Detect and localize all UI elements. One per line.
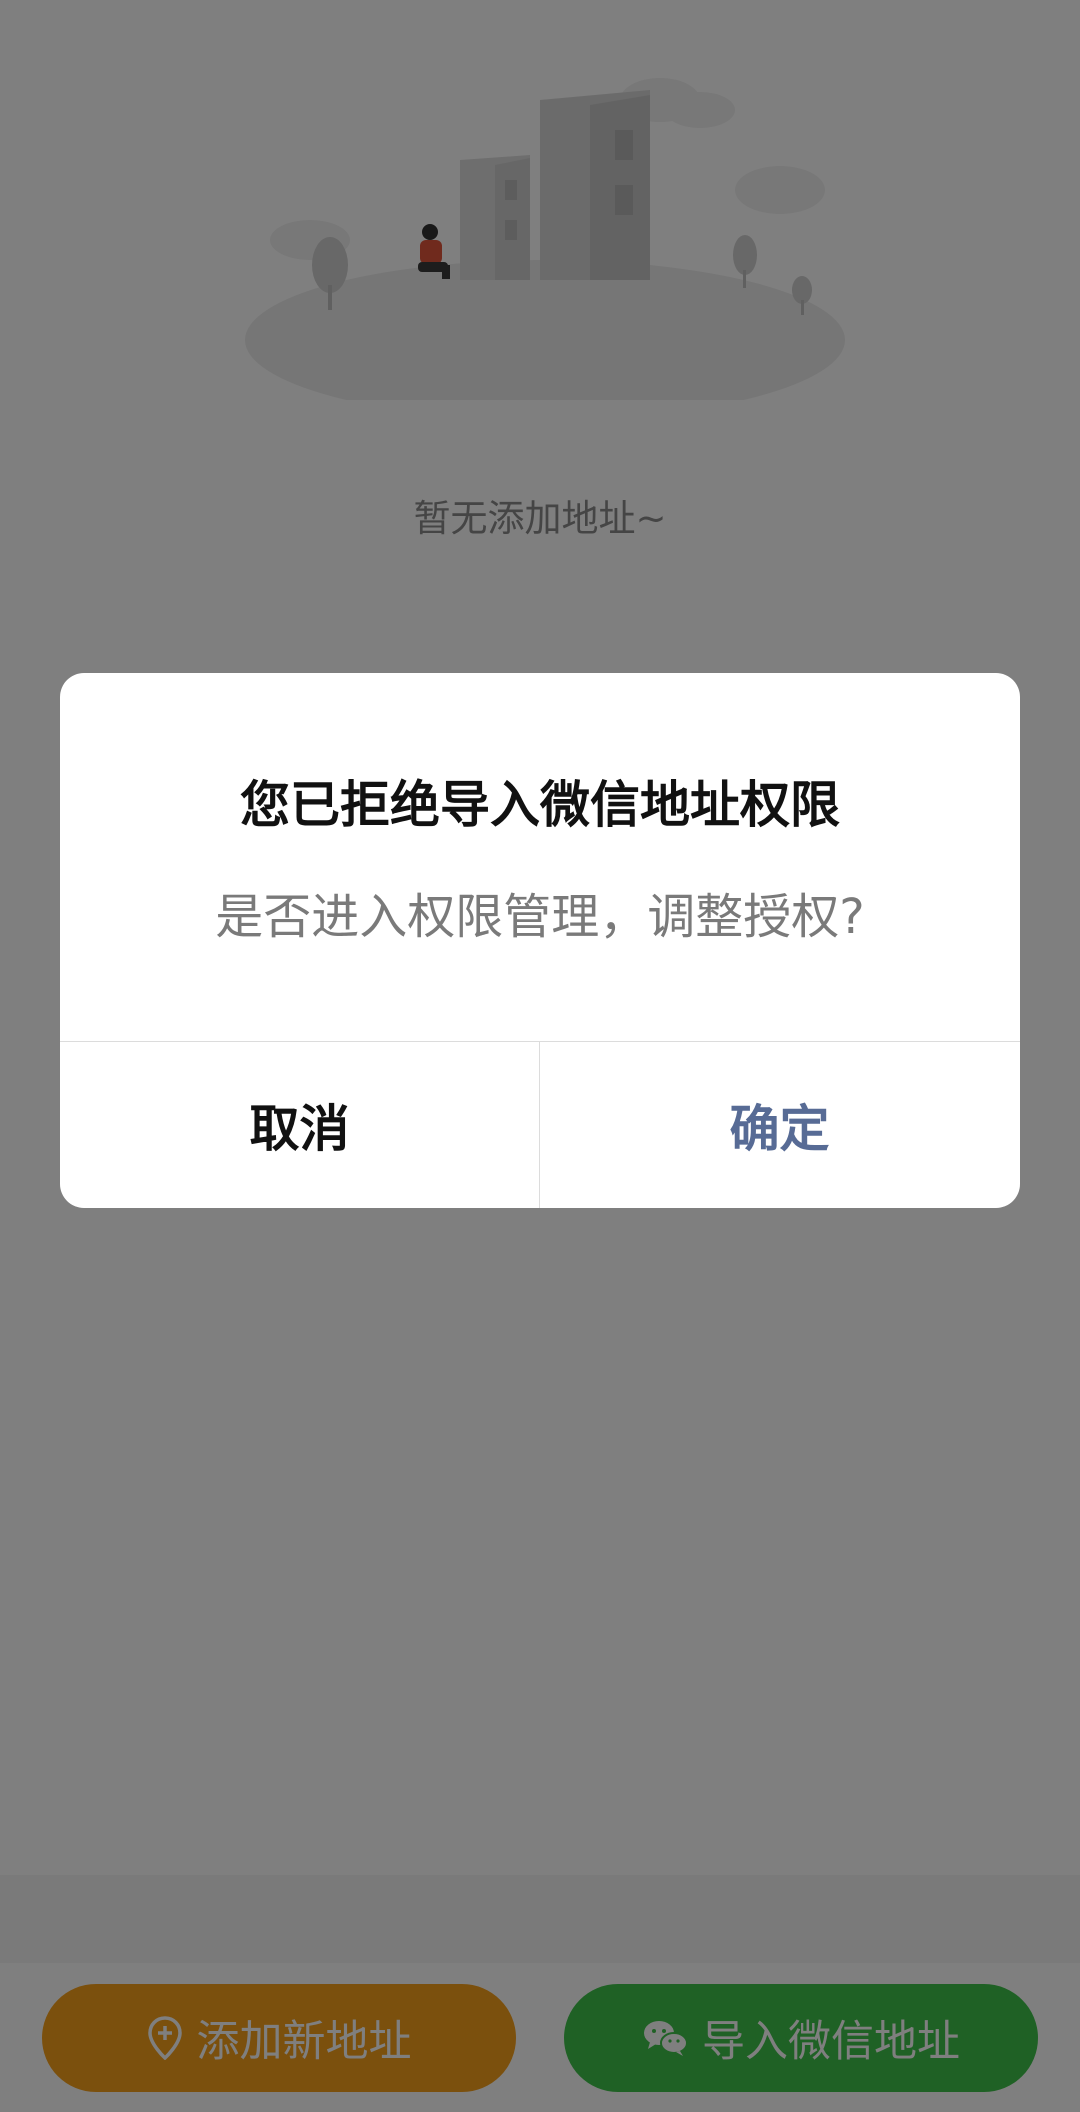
dialog-message: 是否进入权限管理，调整授权? — [215, 889, 865, 945]
cancel-button[interactable]: 取消 — [60, 1042, 539, 1208]
address-page: 暂无添加地址~ 添加新地址 — [0, 0, 1080, 2112]
confirm-button[interactable]: 确定 — [540, 1042, 1019, 1208]
dialog-title: 您已拒绝导入微信地址权限 — [240, 776, 840, 834]
permission-dialog: 您已拒绝导入微信地址权限 是否进入权限管理，调整授权? 取消 确定 — [60, 673, 1020, 1208]
